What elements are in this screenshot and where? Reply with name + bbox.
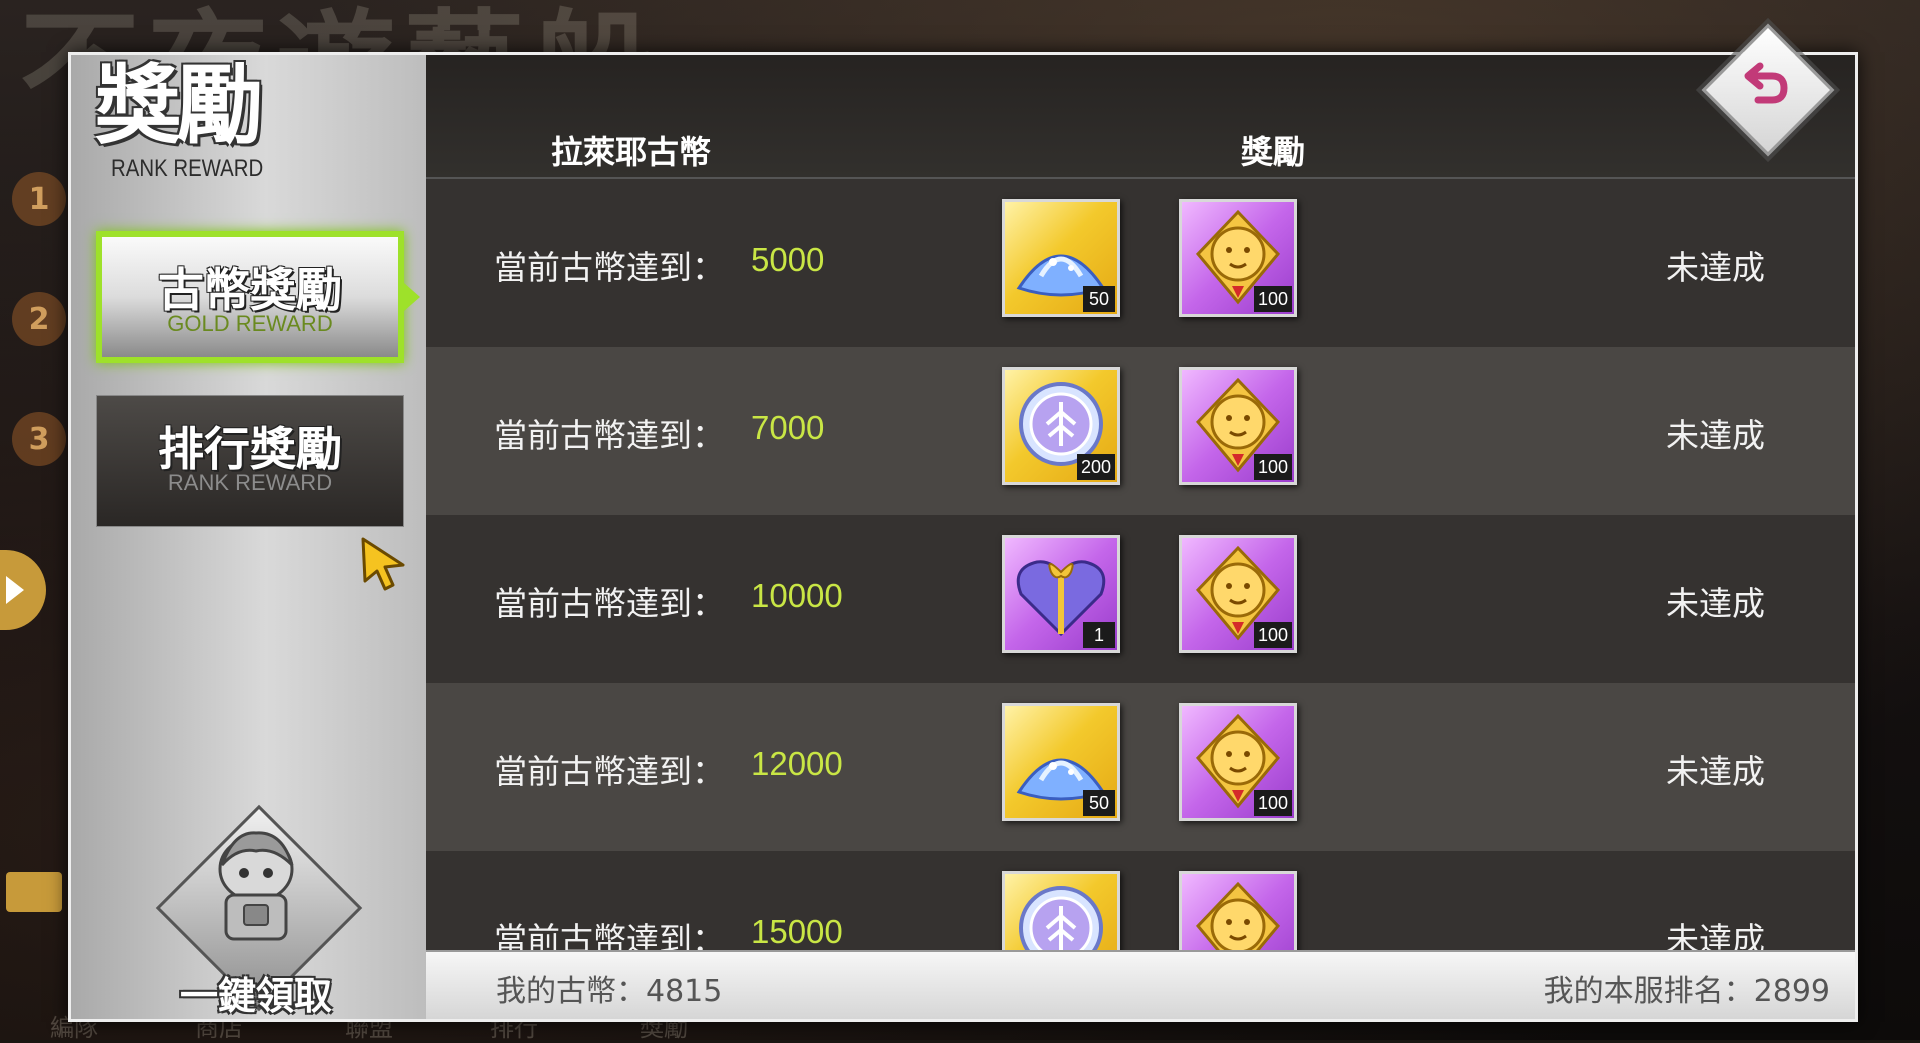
background-play-icon: [0, 550, 46, 630]
reward-item-heart-gift-box[interactable]: 1: [1002, 535, 1120, 653]
pointer-cursor-icon: [361, 537, 405, 591]
column-header-coin: 拉萊耶古幣: [551, 133, 712, 171]
background-rank-badge: 1: [12, 172, 66, 226]
background-rank-badge: 2: [12, 292, 66, 346]
item-quantity: 100: [1253, 454, 1292, 480]
my-rank-value: 2899: [1753, 974, 1830, 1009]
reward-item-lion-medal[interactable]: [1179, 871, 1297, 954]
reward-row: 當前古幣達到： 10000 1 100 未達成: [426, 515, 1855, 683]
item-quantity: 1: [1083, 622, 1115, 648]
reward-item-crystal-pile[interactable]: 50: [1002, 703, 1120, 821]
my-rank: 我的本服排名：2899: [1544, 966, 1830, 1010]
requirement-value: 5000: [751, 241, 825, 278]
tab-gold-reward[interactable]: GOLD REWARD 古幣獎勵: [96, 231, 420, 363]
reward-item-crystal-pile[interactable]: 50: [1002, 199, 1120, 317]
requirement-value: 10000: [751, 577, 843, 614]
background-clock-icon: [6, 872, 62, 912]
requirement-label: 當前古幣達到：: [494, 416, 725, 455]
requirement-value: 12000: [751, 745, 843, 782]
back-button[interactable]: [1700, 22, 1835, 157]
item-quantity: 100: [1253, 622, 1292, 648]
chibi-character-icon: [218, 831, 294, 941]
item-quantity: 50: [1083, 790, 1115, 816]
reward-item-lion-medal[interactable]: 100: [1179, 535, 1297, 653]
my-coins-label: 我的古幣：: [496, 974, 646, 1009]
lion-medal-icon: [1195, 881, 1281, 954]
tab-rank-reward[interactable]: RANK REWARD 排行獎勵: [96, 395, 404, 527]
status-not-achieved: 未達成: [1666, 920, 1765, 954]
tab-label: 排行獎勵: [158, 422, 342, 476]
background-rank-badge: 3: [12, 412, 66, 466]
tab-label: 古幣獎勵: [158, 263, 342, 317]
requirement-label: 當前古幣達到：: [494, 920, 725, 954]
reward-row: 當前古幣達到： 7000 200 100 未達成: [426, 347, 1855, 515]
reward-sidebar: 獎勵 RANK REWARD GOLD REWARD 古幣獎勵 RANK REW…: [71, 55, 426, 1019]
item-quantity: 100: [1253, 790, 1292, 816]
status-not-achieved: 未達成: [1666, 752, 1765, 791]
status-not-achieved: 未達成: [1666, 584, 1765, 623]
item-quantity: 100: [1253, 286, 1292, 312]
my-coins-value: 4815: [646, 974, 723, 1009]
tree-coin-icon: [1019, 886, 1103, 954]
reward-dialog: 獎勵 RANK REWARD GOLD REWARD 古幣獎勵 RANK REW…: [68, 52, 1858, 1022]
return-arrow-icon: [1744, 62, 1788, 104]
table-header: 拉萊耶古幣 獎勵: [426, 55, 1855, 179]
summary-bar: 我的古幣：4815 我的本服排名：2899: [426, 950, 1855, 1019]
reward-item-lion-medal[interactable]: 100: [1179, 367, 1297, 485]
reward-row: 當前古幣達到： 12000 50 100 未達成: [426, 683, 1855, 851]
dialog-subtitle: RANK REWARD: [111, 155, 264, 182]
reward-item-lion-medal[interactable]: 100: [1179, 199, 1297, 317]
reward-item-lion-medal[interactable]: 100: [1179, 703, 1297, 821]
requirement-label: 當前古幣達到：: [494, 584, 725, 623]
requirement-label: 當前古幣達到：: [494, 752, 725, 791]
requirement-value: 15000: [751, 913, 843, 950]
reward-list[interactable]: 當前古幣達到： 5000 50 100 未達成 當前古幣達到： 7000 200…: [426, 179, 1855, 954]
status-not-achieved: 未達成: [1666, 248, 1765, 287]
requirement-value: 7000: [751, 409, 825, 446]
reward-row: 當前古幣達到： 5000 50 100 未達成: [426, 179, 1855, 347]
claim-all-label: 一鍵領取: [179, 974, 332, 1018]
reward-item-tree-coin[interactable]: 200: [1002, 367, 1120, 485]
reward-row: 當前古幣達到： 15000 未達成: [426, 851, 1855, 954]
reward-item-tree-coin[interactable]: [1002, 871, 1120, 954]
my-coins: 我的古幣：4815: [496, 966, 722, 1010]
column-header-reward: 獎勵: [1241, 133, 1306, 171]
status-not-achieved: 未達成: [1666, 416, 1765, 455]
item-quantity: 50: [1083, 286, 1115, 312]
item-quantity: 200: [1076, 454, 1115, 480]
claim-all-button[interactable]: 一鍵領取: [155, 804, 363, 1018]
requirement-label: 當前古幣達到：: [494, 248, 725, 287]
dialog-title: 獎勵: [95, 55, 263, 156]
reward-table: 拉萊耶古幣 獎勵 當前古幣達到： 5000 50 100 未達成 當前古幣達到：…: [426, 55, 1855, 1019]
my-rank-label: 我的本服排名：: [1543, 974, 1754, 1009]
